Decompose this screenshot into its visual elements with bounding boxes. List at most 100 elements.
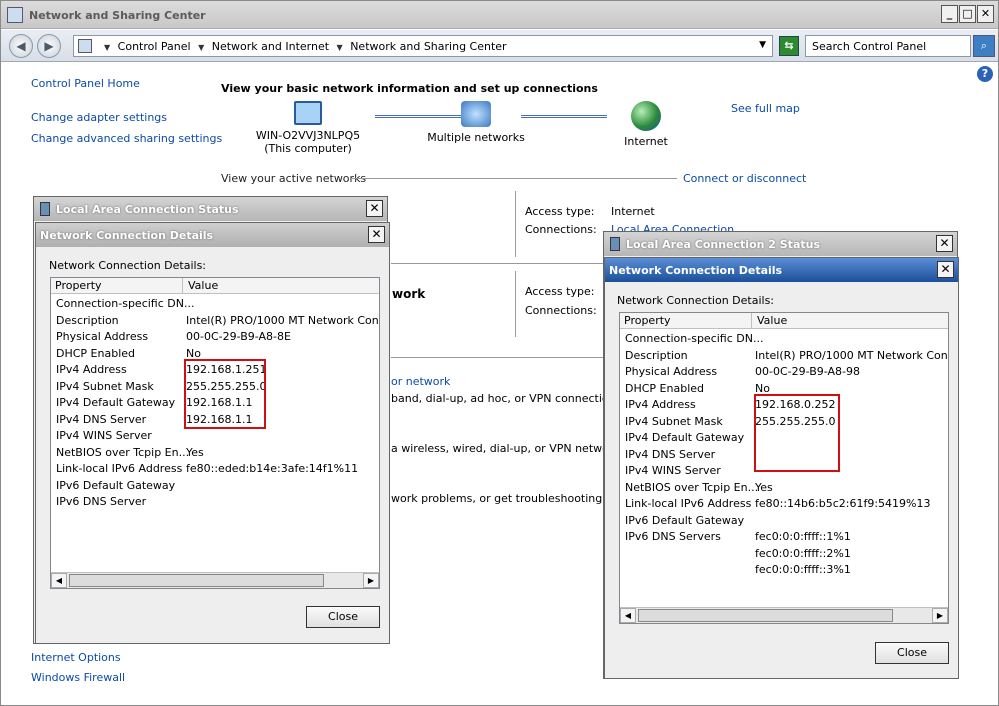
scroll-thumb[interactable]	[69, 574, 324, 587]
control-panel-icon	[78, 39, 92, 53]
table-row[interactable]: Physical Address 00-0C-29-B9-A8-8E	[51, 329, 379, 345]
table-row[interactable]: IPv4 WINS Server	[51, 428, 379, 444]
table-row[interactable]: NetBIOS over Tcpip En... Yes	[51, 445, 379, 461]
details-list[interactable]: Property Value Connection-specific DN...…	[50, 277, 380, 589]
details-dialog-2: Network Connection Details ✕ Network Con…	[604, 257, 959, 679]
table-row[interactable]: Description Intel(R) PRO/1000 MT Network …	[51, 313, 379, 329]
table-row[interactable]: IPv6 Default Gateway	[51, 478, 379, 494]
help-icon[interactable]: ?	[977, 66, 993, 82]
windows-firewall-link[interactable]: Windows Firewall	[31, 671, 125, 684]
table-row[interactable]: Connection-specific DN...	[620, 331, 948, 347]
refresh-button[interactable]: ⇆	[779, 36, 799, 56]
breadcrumb: ▼ Control Panel ▼ Network and Internet ▼…	[100, 40, 507, 53]
table-row[interactable]: fec0:0:0:ffff::3%1	[620, 562, 948, 578]
scroll-left-icon[interactable]: ◀	[620, 608, 636, 623]
details-dialog-title-bar: Network Connection Details ✕	[36, 223, 389, 247]
access-type-label: Access type:	[525, 285, 595, 298]
control-panel-home-link[interactable]: Control Panel Home	[31, 77, 140, 90]
page-heading: View your basic network information and …	[221, 82, 598, 95]
details-dialog-title-bar: Network Connection Details ✕	[605, 258, 958, 282]
close-button[interactable]: ✕	[977, 5, 994, 23]
setup-connection-link[interactable]: or network	[391, 375, 450, 388]
connect-description: a wireless, wired, dial-up, or VPN netwo…	[391, 442, 637, 455]
table-row[interactable]: IPv6 Default Gateway	[620, 513, 948, 529]
column-header-value[interactable]: Value	[184, 279, 218, 292]
refresh-icon: ⇆	[784, 39, 794, 52]
globe-icon	[631, 101, 661, 131]
table-row[interactable]: Description Intel(R) PRO/1000 MT Network …	[620, 348, 948, 364]
property-cell: IPv6 DNS Servers	[625, 530, 721, 543]
scroll-right-icon[interactable]: ▶	[363, 573, 379, 588]
horizontal-scrollbar[interactable]: ◀ ▶	[620, 607, 948, 623]
scroll-thumb[interactable]	[638, 609, 893, 622]
breadcrumb-control-panel[interactable]: Control Panel	[118, 40, 191, 53]
close-icon[interactable]: ✕	[368, 226, 385, 243]
property-cell: IPv4 Address	[56, 363, 127, 376]
map-networks[interactable]: Multiple networks	[421, 101, 531, 144]
close-icon[interactable]: ✕	[366, 200, 383, 217]
details-dialog-1: Network Connection Details ✕ Network Con…	[35, 222, 390, 644]
details-close-button[interactable]: Close	[306, 606, 380, 628]
close-icon[interactable]: ✕	[936, 235, 953, 252]
title-bar: Network and Sharing Center _ □ ✕	[1, 1, 998, 29]
property-cell: Physical Address	[56, 330, 149, 343]
see-full-map-link[interactable]: See full map	[731, 102, 800, 115]
scroll-right-icon[interactable]: ▶	[932, 608, 948, 623]
map-computer[interactable]: WIN-O2VVJ3NLPQ5 (This computer)	[253, 101, 363, 155]
details-close-button[interactable]: Close	[875, 642, 949, 664]
table-row[interactable]: Connection-specific DN...	[51, 296, 379, 312]
property-cell: IPv4 WINS Server	[625, 464, 721, 477]
horizontal-scrollbar[interactable]: ◀ ▶	[51, 572, 379, 588]
chevron-right-icon[interactable]: ▼	[194, 43, 208, 52]
value-cell: 00-0C-29-B9-A8-8E	[186, 330, 291, 343]
search-icon: ⌕	[980, 39, 988, 52]
details-dialog-title: Network Connection Details	[609, 264, 783, 277]
forward-button[interactable]: ▶	[37, 34, 61, 58]
value-cell: No	[755, 381, 770, 395]
chevron-right-icon: ▼	[104, 43, 111, 52]
back-button[interactable]: ◀	[9, 34, 33, 58]
breadcrumb-network-internet[interactable]: Network and Internet	[212, 40, 329, 53]
connect-or-disconnect-link[interactable]: Connect or disconnect	[683, 172, 806, 185]
column-header-property[interactable]: Property	[620, 314, 671, 327]
close-icon[interactable]: ✕	[937, 261, 954, 278]
back-arrow-icon: ◀	[16, 39, 26, 53]
value-cell: fec0:0:0:ffff::2%1	[755, 546, 851, 560]
minimize-button[interactable]: _	[941, 5, 958, 23]
table-row[interactable]: IPv6 DNS Server	[51, 494, 379, 510]
internet-options-link[interactable]: Internet Options	[31, 651, 121, 664]
divider	[515, 191, 516, 257]
multiple-networks-icon	[461, 101, 491, 127]
address-dropdown-icon[interactable]: ▼	[759, 40, 766, 50]
change-adapter-settings-link[interactable]: Change adapter settings	[31, 111, 167, 124]
breadcrumb-network-sharing-center[interactable]: Network and Sharing Center	[350, 40, 506, 53]
property-cell: Description	[625, 348, 688, 362]
computer-name: WIN-O2VVJ3NLPQ5	[255, 129, 361, 142]
search-button[interactable]: ⌕	[973, 35, 995, 57]
table-row[interactable]: NetBIOS over Tcpip En... Yes	[620, 480, 948, 496]
map-internet[interactable]: Internet	[606, 101, 686, 148]
search-input[interactable]	[805, 35, 971, 57]
property-cell: IPv4 DNS Server	[56, 412, 147, 426]
column-header-value[interactable]: Value	[753, 314, 787, 327]
value-cell: Yes	[755, 480, 773, 494]
table-row[interactable]: fec0:0:0:ffff::2%1	[620, 546, 948, 562]
address-field[interactable]: ▼ Control Panel ▼ Network and Internet ▼…	[73, 35, 773, 57]
details-label: Network Connection Details:	[617, 294, 775, 307]
maximize-button[interactable]: □	[959, 5, 976, 23]
property-cell: Link-local IPv6 Address	[56, 462, 183, 475]
table-row[interactable]: Link-local IPv6 Address fe80::14b6:b5c2:6…	[620, 496, 948, 512]
change-advanced-sharing-link[interactable]: Change advanced sharing settings	[31, 132, 222, 145]
property-cell: NetBIOS over Tcpip En...	[56, 445, 190, 459]
value-cell: fe80::eded:b14e:3afe:14f1%11	[186, 462, 359, 475]
property-cell: IPv6 DNS Server	[56, 495, 147, 508]
value-cell: fec0:0:0:ffff::3%1	[755, 563, 851, 576]
chevron-right-icon[interactable]: ▼	[333, 43, 347, 52]
table-row[interactable]: Link-local IPv6 Address fe80::eded:b14e:3…	[51, 461, 379, 477]
table-row[interactable]: Physical Address 00-0C-29-B9-A8-98	[620, 364, 948, 380]
table-row[interactable]: IPv6 DNS Servers fec0:0:0:ffff::1%1	[620, 529, 948, 545]
column-header-property[interactable]: Property	[51, 279, 102, 292]
scroll-left-icon[interactable]: ◀	[51, 573, 67, 588]
property-cell: IPv4 Default Gateway	[56, 396, 176, 409]
value-cell: fec0:0:0:ffff::1%1	[755, 530, 851, 543]
